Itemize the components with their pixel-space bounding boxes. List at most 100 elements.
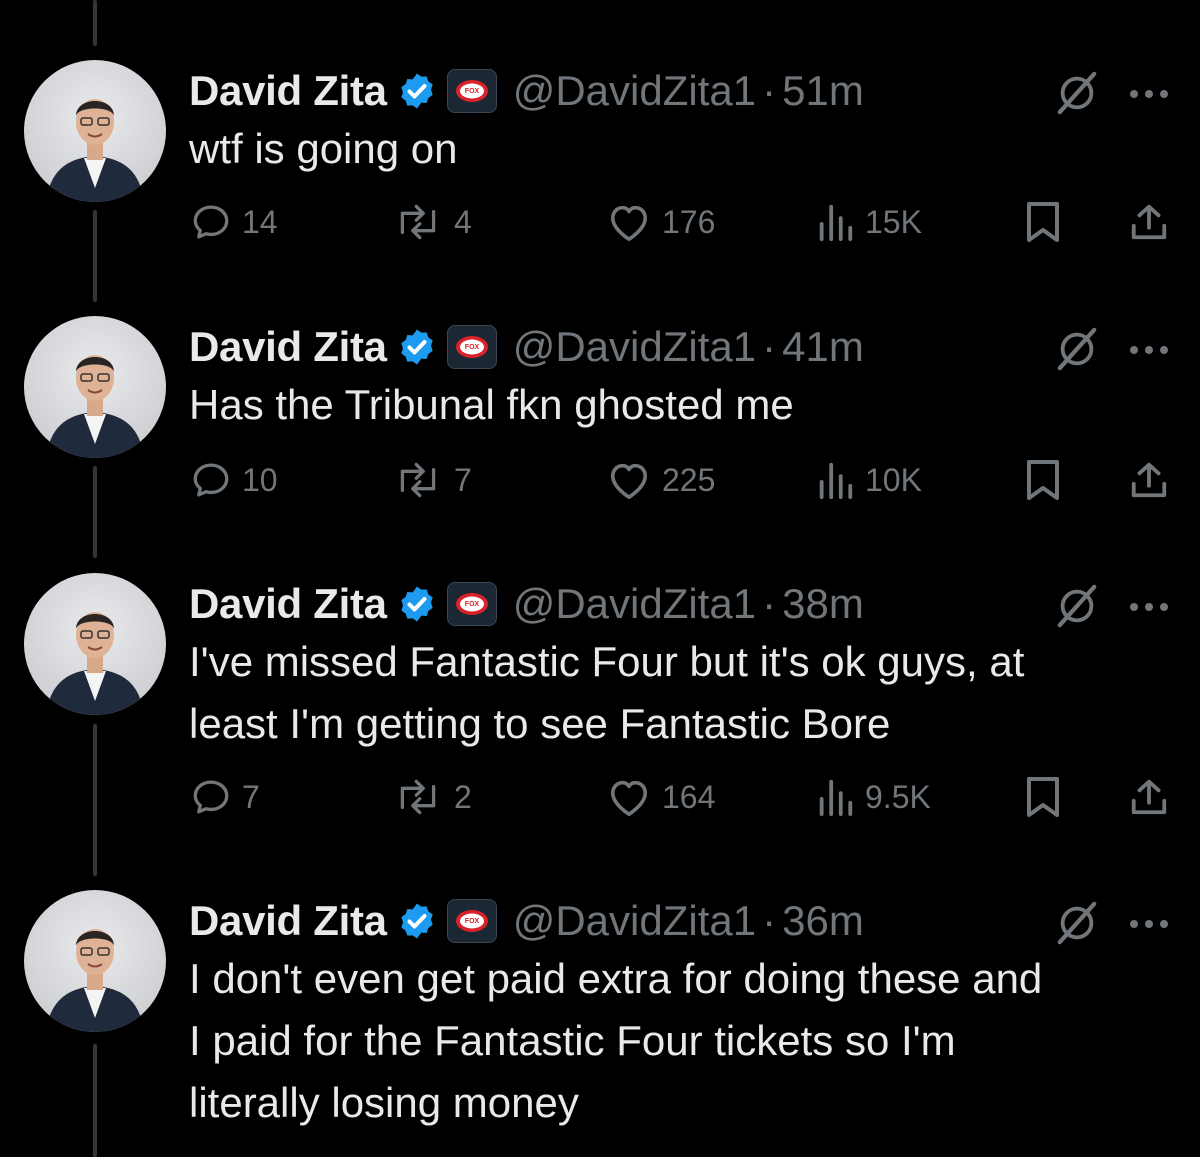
fox-affiliate-icon[interactable]: FOX <box>446 69 497 113</box>
thread-line <box>93 0 97 46</box>
grok-icon[interactable] <box>1054 326 1100 372</box>
more-icon[interactable] <box>1128 918 1170 930</box>
display-name[interactable]: David Zita <box>189 580 387 628</box>
timestamp[interactable]: 38m <box>782 580 864 628</box>
svg-text:FOX: FOX <box>465 918 480 925</box>
reply-icon <box>193 463 229 497</box>
timestamp[interactable]: 36m <box>782 897 864 945</box>
grok-icon[interactable] <box>1054 583 1100 629</box>
avatar[interactable] <box>24 316 166 458</box>
svg-text:FOX: FOX <box>465 88 480 95</box>
reply-icon <box>193 780 229 814</box>
verified-badge-icon[interactable] <box>397 901 437 941</box>
like-count: 176 <box>662 203 716 240</box>
verified-badge-icon[interactable] <box>397 71 437 111</box>
like-count: 164 <box>662 778 716 815</box>
share-button[interactable] <box>1128 197 1170 247</box>
more-icon[interactable] <box>1128 88 1170 100</box>
reply-button[interactable]: 10 <box>190 455 278 505</box>
avatar-portrait <box>46 355 144 458</box>
tweet-text: wtf is going on <box>189 118 1179 180</box>
reply-button[interactable]: 14 <box>190 197 278 247</box>
handle[interactable]: @DavidZita1 <box>513 897 756 945</box>
avatar[interactable] <box>24 60 166 202</box>
action-bar: 14 4 176 15K <box>0 197 1200 247</box>
verified-badge-icon[interactable] <box>397 584 437 624</box>
repost-icon <box>400 462 436 498</box>
handle[interactable]: @DavidZita1 <box>513 580 756 628</box>
repost-button[interactable]: 4 <box>392 197 472 247</box>
views-button[interactable]: 9.5K <box>815 772 931 822</box>
repost-icon <box>400 779 436 815</box>
avatar[interactable] <box>24 890 166 1032</box>
views-count: 15K <box>865 203 922 240</box>
reply-count: 10 <box>242 461 278 498</box>
tweet-text-line: wtf is going on <box>189 125 458 172</box>
fox-affiliate-icon[interactable]: FOX <box>446 899 497 943</box>
timestamp[interactable]: 41m <box>782 323 864 371</box>
avatar-portrait <box>46 612 144 715</box>
separator: · <box>762 67 777 114</box>
display-name[interactable]: David Zita <box>189 67 387 115</box>
more-icon[interactable] <box>1128 344 1170 356</box>
bookmark-icon <box>1027 777 1059 817</box>
views-count: 10K <box>865 461 922 498</box>
handle[interactable]: @DavidZita1 <box>513 323 756 371</box>
tweet-header: David Zita FOX @DavidZita1 · 38m <box>189 579 864 629</box>
separator: · <box>762 897 777 944</box>
repost-icon <box>400 204 436 240</box>
reply-count: 14 <box>242 203 278 240</box>
reply-count: 7 <box>242 778 260 815</box>
verified-badge-icon[interactable] <box>397 327 437 367</box>
tweet-header: David Zita FOX @DavidZita1 · 36m <box>189 896 864 946</box>
tweet-text: Has the Tribunal fkn ghosted me <box>189 374 1179 436</box>
views-icon <box>819 779 853 817</box>
svg-text:FOX: FOX <box>465 344 480 351</box>
action-bar: 7 2 164 9.5K <box>0 772 1200 822</box>
separator: · <box>762 580 777 627</box>
tweet-header: David Zita FOX @DavidZita1 · 41m <box>189 322 864 372</box>
bookmark-button[interactable] <box>1024 455 1062 505</box>
tweet-text-line: least I'm getting to see Fantastic Bore <box>189 700 891 747</box>
svg-text:FOX: FOX <box>465 601 480 608</box>
timestamp[interactable]: 51m <box>782 67 864 115</box>
tweet-text-line: literally losing money <box>189 1079 579 1126</box>
like-button[interactable]: 164 <box>606 772 715 822</box>
repost-count: 4 <box>454 203 472 240</box>
grok-icon[interactable] <box>1054 70 1100 116</box>
avatar[interactable] <box>24 573 166 715</box>
bookmark-icon <box>1027 202 1059 242</box>
fox-affiliate-icon[interactable]: FOX <box>446 582 497 626</box>
thread-line <box>93 1044 97 1157</box>
repost-button[interactable]: 7 <box>392 455 472 505</box>
views-count: 9.5K <box>865 778 931 815</box>
fox-affiliate-icon[interactable]: FOX <box>446 325 497 369</box>
tweet-text: I don't even get paid extra for doing th… <box>189 948 1179 1134</box>
like-button[interactable]: 225 <box>606 455 715 505</box>
share-button[interactable] <box>1128 455 1170 505</box>
repost-count: 7 <box>454 461 472 498</box>
bookmark-button[interactable] <box>1024 197 1062 247</box>
repost-button[interactable]: 2 <box>392 772 472 822</box>
reply-icon <box>193 205 229 239</box>
bookmark-button[interactable] <box>1024 772 1062 822</box>
views-icon <box>819 204 853 242</box>
handle[interactable]: @DavidZita1 <box>513 67 756 115</box>
share-button[interactable] <box>1128 772 1170 822</box>
tweet-header: David Zita FOX @DavidZita1 · 51m <box>189 66 864 116</box>
like-icon <box>610 463 648 499</box>
views-button[interactable]: 15K <box>815 197 922 247</box>
more-icon[interactable] <box>1128 601 1170 613</box>
grok-icon[interactable] <box>1054 900 1100 946</box>
tweet-text-line: I don't even get paid extra for doing th… <box>189 955 1043 1002</box>
share-icon <box>1131 204 1167 240</box>
reply-button[interactable]: 7 <box>190 772 260 822</box>
display-name[interactable]: David Zita <box>189 323 387 371</box>
views-button[interactable]: 10K <box>815 455 922 505</box>
action-bar: 10 7 225 10K <box>0 455 1200 505</box>
tweet-text-line: I've missed Fantastic Four but it's ok g… <box>189 638 1025 685</box>
display-name[interactable]: David Zita <box>189 897 387 945</box>
tweet-text-line: I paid for the Fantastic Four tickets so… <box>189 1017 956 1064</box>
like-button[interactable]: 176 <box>606 197 715 247</box>
share-icon <box>1131 779 1167 815</box>
